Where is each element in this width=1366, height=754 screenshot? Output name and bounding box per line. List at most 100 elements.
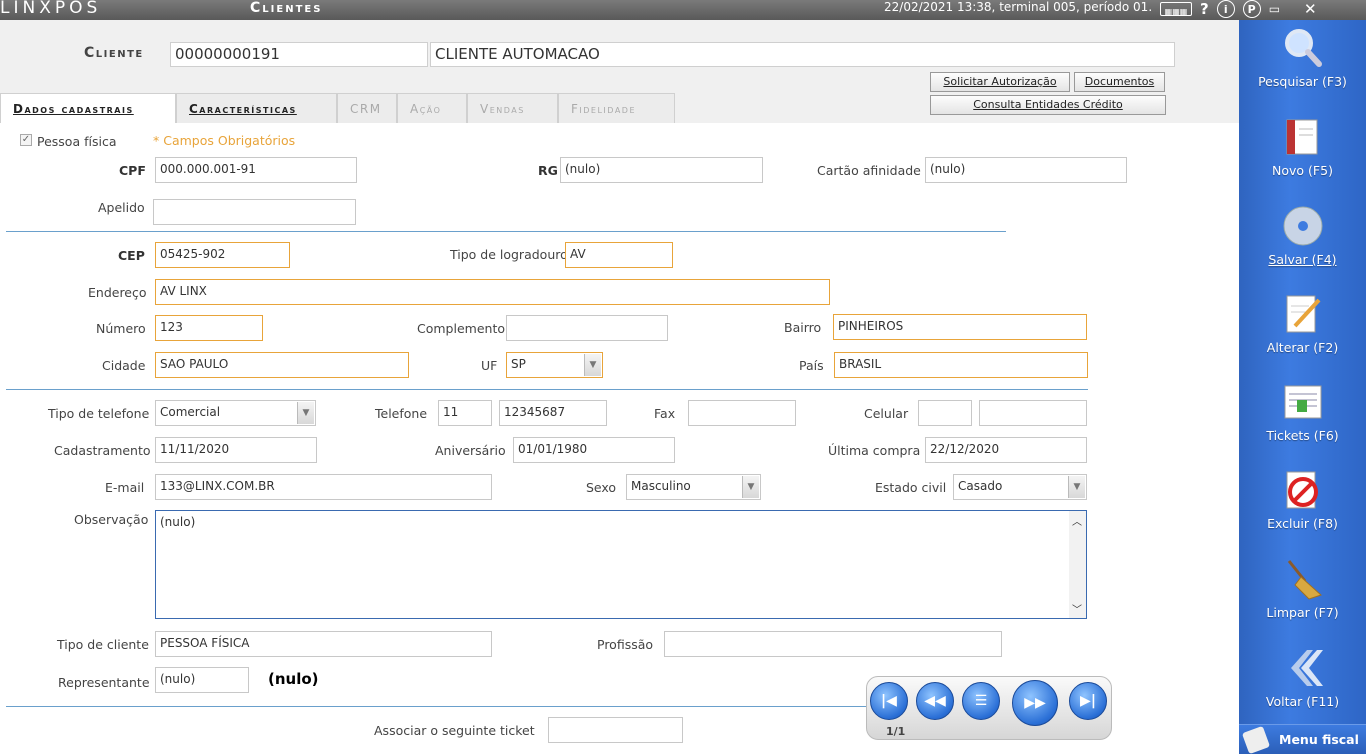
chevron-down-icon[interactable]: ▼ (742, 476, 759, 498)
telefone-field[interactable]: 12345687 (499, 400, 607, 426)
limpar-button[interactable]: Limpar (F7) (1239, 557, 1366, 620)
first-record-icon[interactable]: |◀ (870, 682, 908, 720)
scrollbar[interactable]: ︿ ﹀ (1069, 511, 1086, 618)
keyboard-icon[interactable]: ▦▦▦ (1160, 2, 1192, 16)
salvar-button[interactable]: Salvar (F4) (1239, 204, 1366, 267)
list-records-icon[interactable]: ☰ (962, 682, 1000, 720)
previous-record-icon[interactable]: ◀◀ (916, 682, 954, 720)
celular-ddd-field[interactable] (918, 400, 972, 426)
alterar-label: Alterar (F2) (1266, 340, 1339, 355)
numero-field[interactable]: 123 (155, 315, 263, 341)
cidade-label: Cidade (102, 358, 146, 373)
observacao-label: Observação (74, 512, 149, 527)
save-disc-icon (1281, 204, 1325, 248)
chevron-down-icon[interactable]: ▼ (297, 402, 314, 424)
p-icon[interactable]: P (1242, 0, 1261, 18)
tipo-telefone-select[interactable]: Comercial ▼ (155, 400, 316, 426)
numero-label: Número (96, 321, 146, 336)
rg-field[interactable]: (nulo) (560, 157, 763, 183)
cartao-afinidade-field[interactable]: (nulo) (925, 157, 1127, 183)
last-record-icon[interactable]: ▶| (1069, 682, 1107, 720)
sexo-label: Sexo (586, 480, 617, 495)
printer-icon (1241, 725, 1271, 754)
delete-icon (1281, 468, 1325, 512)
endereco-label: Endereço (88, 285, 147, 300)
excluir-button[interactable]: Excluir (F8) (1239, 468, 1366, 531)
section-divider (6, 389, 1088, 390)
fax-field[interactable] (688, 400, 796, 426)
ultima-compra-field[interactable]: 22/12/2020 (925, 437, 1087, 463)
limpar-label: Limpar (F7) (1266, 605, 1339, 620)
cpf-field[interactable]: 000.000.001-91 (155, 157, 357, 183)
pessoa-fisica-label: Pessoa física (37, 134, 117, 149)
estado-civil-select[interactable]: Casado ▼ (953, 474, 1087, 500)
celular-field[interactable] (979, 400, 1087, 426)
ultima-compra-label: Última compra (828, 443, 921, 458)
excluir-label: Excluir (F8) (1267, 516, 1338, 531)
consulta-entidades-credito-button[interactable]: Consulta Entidades Crédito (930, 95, 1166, 115)
tipo-cliente-field[interactable]: PESSOA FÍSICA (155, 631, 492, 657)
aniversario-field[interactable]: 01/01/1980 (513, 437, 675, 463)
tipo-telefone-value: Comercial (160, 405, 221, 419)
profissao-field[interactable] (664, 631, 1002, 657)
cep-field[interactable]: 05425-902 (155, 242, 290, 268)
alterar-button[interactable]: Alterar (F2) (1239, 292, 1366, 355)
cadastramento-label: Cadastramento (54, 443, 151, 458)
scroll-up-icon[interactable]: ︿ (1072, 513, 1082, 528)
voltar-label: Voltar (F11) (1265, 694, 1340, 709)
tipo-telefone-label: Tipo de telefone (48, 406, 150, 421)
pais-field[interactable]: BRASIL (834, 352, 1088, 378)
voltar-button[interactable]: Voltar (F11) (1239, 646, 1366, 709)
session-status: 22/02/2021 13:38, terminal 005, período … (884, 0, 1153, 14)
estado-civil-label: Estado civil (875, 480, 947, 495)
representante-field[interactable]: (nulo) (155, 667, 249, 693)
tab-crm[interactable]: CRM (337, 93, 397, 123)
client-name-field[interactable]: CLIENTE AUTOMACAO (430, 42, 1175, 67)
tab-acao[interactable]: Ação (397, 93, 467, 123)
client-code-field[interactable]: 00000000191 (170, 42, 428, 67)
cartao-afinidade-label: Cartão afinidade (817, 163, 921, 178)
tab-fidelidade[interactable]: Fidelidade (558, 93, 675, 123)
help-icon[interactable]: ? (1200, 0, 1209, 18)
observacao-textarea[interactable]: (nulo) ︿ ﹀ (155, 510, 1087, 619)
pesquisar-button[interactable]: Pesquisar (F3) (1239, 26, 1366, 89)
tab-dados-cadastrais[interactable]: Dados cadastrais (0, 93, 176, 123)
bairro-field[interactable]: PINHEIROS (833, 314, 1087, 340)
complemento-field[interactable] (506, 315, 668, 341)
client-form: ✓ Pessoa física * Campos Obrigatórios CP… (0, 123, 1239, 754)
cep-label: CEP (118, 248, 145, 263)
novo-button[interactable]: Novo (F5) (1239, 115, 1366, 178)
email-field[interactable]: 133@LINX.COM.BR (155, 474, 492, 500)
uf-value: SP (511, 357, 526, 371)
associar-ticket-label: Associar o seguinte ticket (374, 723, 535, 738)
pais-label: País (799, 358, 824, 373)
uf-select[interactable]: SP ▼ (506, 352, 603, 378)
tipo-logradouro-field[interactable]: AV (565, 242, 673, 268)
cadastramento-field[interactable]: 11/11/2020 (155, 437, 317, 463)
next-record-icon[interactable]: ▶▶ (1012, 680, 1058, 726)
info-icon[interactable]: i (1216, 0, 1235, 18)
documentos-button[interactable]: Documentos (1074, 72, 1165, 92)
scroll-down-icon[interactable]: ﹀ (1072, 601, 1082, 616)
cidade-field[interactable]: SAO PAULO (155, 352, 409, 378)
window-icon[interactable]: ▭ (1269, 0, 1280, 18)
sexo-select[interactable]: Masculino ▼ (626, 474, 761, 500)
tab-caracteristicas[interactable]: Características (176, 93, 337, 123)
apelido-field[interactable] (153, 199, 356, 225)
endereco-field[interactable]: AV LINX (155, 279, 830, 305)
tab-vendas[interactable]: Vendas (467, 93, 558, 123)
associar-ticket-field[interactable] (548, 717, 683, 743)
chevron-down-icon[interactable]: ▼ (584, 354, 601, 376)
solicitar-autorizacao-button[interactable]: Solicitar Autorização (930, 72, 1070, 92)
app-logo: LINXPOS (0, 0, 102, 18)
menu-fiscal-button[interactable]: Menu fiscal (1239, 724, 1366, 754)
rg-label: RG (538, 163, 558, 178)
tickets-button[interactable]: Tickets (F6) (1239, 380, 1366, 443)
close-icon[interactable]: ✕ (1304, 0, 1317, 18)
estado-civil-value: Casado (958, 479, 1003, 493)
telefone-ddd-field[interactable]: 11 (438, 400, 492, 426)
tab-bar: Dados cadastrais Características CRM Açã… (0, 93, 675, 123)
chevron-down-icon[interactable]: ▼ (1068, 476, 1085, 498)
pessoa-fisica-checkbox[interactable]: ✓ (20, 134, 32, 146)
section-divider (6, 231, 1006, 232)
